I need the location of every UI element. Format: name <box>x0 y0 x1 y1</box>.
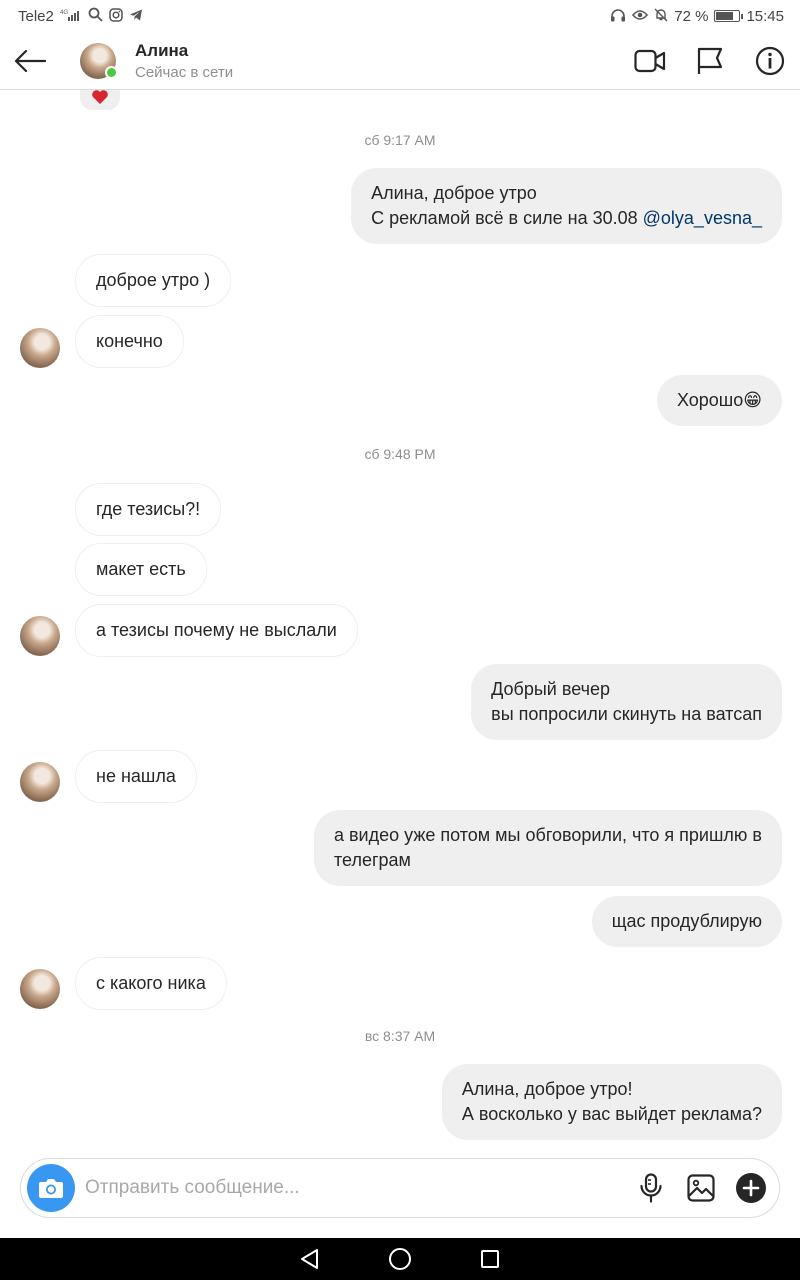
info-button[interactable] <box>754 45 786 77</box>
avatar[interactable] <box>80 42 118 79</box>
eye-icon <box>632 9 649 24</box>
contact-name: Алина <box>135 40 189 60</box>
camera-icon <box>39 1179 63 1198</box>
incoming-message[interactable]: а тезисы почему не выслали <box>75 604 358 657</box>
message-text: Хорошо😁 <box>676 390 762 410</box>
message-text-part: С рекламой всё в силе на 30.08 <box>371 208 643 228</box>
incoming-message[interactable]: где тезисы?! <box>75 483 222 536</box>
message-text: не нашла <box>96 766 176 786</box>
square-recents-icon <box>481 1250 499 1268</box>
message-text: а видео уже потом мы обговорили, что я п… <box>333 825 762 845</box>
report-button[interactable] <box>694 45 726 77</box>
online-indicator <box>105 65 118 79</box>
back-button[interactable] <box>0 32 60 90</box>
plus-icon <box>736 1173 766 1203</box>
video-call-button[interactable] <box>634 45 666 77</box>
timestamp: сб 9:48 PM <box>364 446 436 462</box>
arrow-left-icon <box>14 49 46 72</box>
outgoing-message[interactable]: Алина, доброе утро! А восколько у вас вы… <box>441 1064 782 1140</box>
info-icon <box>755 46 785 75</box>
circle-home-icon <box>389 1248 411 1270</box>
outgoing-message[interactable]: щас продублирую <box>591 896 782 947</box>
status-bar: Tele2 4G 72 % 15:45 <box>0 0 800 32</box>
triangle-back-icon <box>301 1249 318 1269</box>
message-text: телеграм <box>333 850 411 870</box>
message-text: доброе утро ) <box>96 270 211 290</box>
incoming-message[interactable]: не нашла <box>75 750 197 803</box>
contact-status: Сейчас в сети <box>135 63 234 81</box>
message-text: С рекламой всё в силе на 30.08 @olya_ves… <box>371 206 762 231</box>
message-text: макет есть <box>96 559 186 579</box>
timestamp: сб 9:17 AM <box>364 132 436 148</box>
battery-percent: 72 % <box>674 7 709 25</box>
message-text: где тезисы?! <box>96 499 201 519</box>
image-icon <box>687 1174 715 1202</box>
sender-avatar[interactable] <box>20 328 60 368</box>
carrier-label: Tele2 <box>18 7 54 25</box>
incoming-message[interactable]: конечно <box>75 315 184 368</box>
message-text: с какого ника <box>96 973 206 993</box>
incoming-message[interactable]: доброе утро ) <box>75 254 232 307</box>
message-composer <box>20 1158 780 1218</box>
outgoing-message[interactable]: Хорошо😁 <box>656 375 782 426</box>
sender-avatar[interactable] <box>20 616 60 656</box>
nav-recents-button[interactable] <box>478 1247 502 1271</box>
message-text: а тезисы почему не выслали <box>96 620 337 640</box>
clock: 15:45 <box>746 7 784 25</box>
incoming-message[interactable]: с какого ника <box>75 957 227 1010</box>
telegram-icon <box>129 8 143 25</box>
more-options-button[interactable] <box>731 1168 771 1208</box>
heart-icon <box>92 90 108 104</box>
signal-icon: 4G <box>60 8 82 25</box>
outgoing-message[interactable]: Добрый вечер вы попросили скинуть на ват… <box>471 664 782 740</box>
instagram-icon <box>109 7 123 25</box>
user-info[interactable]: Алина Сейчас в сети <box>135 41 233 81</box>
timestamp: вс 8:37 AM <box>364 1028 436 1044</box>
nav-back-button[interactable] <box>298 1247 322 1271</box>
message-text: вы попросили скинуть на ватсап <box>491 704 762 724</box>
network-type: 4G <box>60 10 68 16</box>
message-text: А восколько у вас выйдет реклама? <box>461 1104 762 1124</box>
heart-reaction <box>80 90 120 110</box>
microphone-icon <box>640 1173 662 1203</box>
sender-avatar[interactable] <box>20 762 60 802</box>
gallery-button[interactable] <box>681 1168 721 1208</box>
outgoing-message[interactable]: Алина, доброе утро С рекламой всё в силе… <box>351 168 782 244</box>
message-text: Алина, доброе утро! <box>461 1079 633 1099</box>
mention-link[interactable]: @olya_vesna_ <box>643 208 762 228</box>
system-navigation-bar <box>0 1238 800 1280</box>
message-input[interactable] <box>85 1177 621 1199</box>
voice-message-button[interactable] <box>631 1168 671 1208</box>
video-camera-icon <box>634 49 666 72</box>
mute-bell-icon <box>654 8 668 25</box>
headphones-icon <box>610 8 626 25</box>
flag-icon <box>697 47 723 74</box>
nav-home-button[interactable] <box>388 1247 412 1271</box>
message-thread[interactable]: сб 9:17 AM Алина, доброе утро С рекламой… <box>0 90 800 1156</box>
search-icon <box>88 7 103 25</box>
chat-header: Алина Сейчас в сети <box>0 32 800 90</box>
message-text: Алина, доброе утро <box>371 183 537 203</box>
outgoing-message[interactable]: а видео уже потом мы обговорили, что я п… <box>313 810 782 886</box>
message-text: конечно <box>96 331 163 351</box>
incoming-message[interactable]: макет есть <box>75 543 207 596</box>
message-text: Добрый вечер <box>491 679 611 699</box>
sender-avatar[interactable] <box>20 969 60 1009</box>
battery-icon <box>714 10 744 22</box>
message-text: щас продублирую <box>611 911 762 931</box>
camera-button[interactable] <box>27 1164 75 1212</box>
